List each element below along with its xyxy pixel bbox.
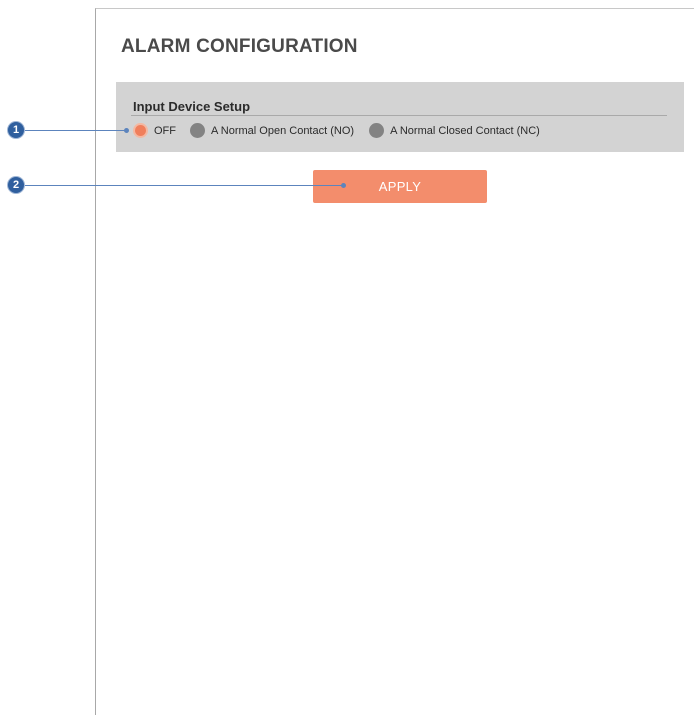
radio-label-off: OFF <box>154 124 176 137</box>
radio-unselected-icon[interactable] <box>190 123 205 138</box>
callout-dot-2 <box>341 183 346 188</box>
callout-line-1 <box>25 130 126 131</box>
page-title: ALARM CONFIGURATION <box>121 36 358 57</box>
radio-label-normal-open: A Normal Open Contact (NO) <box>211 124 355 137</box>
radio-selected-icon[interactable] <box>133 123 148 138</box>
radio-unselected-icon[interactable] <box>369 123 385 138</box>
input-device-radio-group: OFF A Normal Open Contact (NO) A Normal … <box>133 123 540 138</box>
apply-button[interactable]: APPLY <box>313 170 487 203</box>
section-divider <box>131 115 667 116</box>
radio-option-off[interactable]: OFF <box>133 123 176 138</box>
callout-dot-1 <box>124 128 129 133</box>
callout-badge-1: 1 <box>7 121 25 139</box>
radio-option-normal-open[interactable]: A Normal Open Contact (NO) <box>190 123 354 138</box>
section-heading: Input Device Setup <box>133 99 251 114</box>
radio-label-normal-closed: A Normal Closed Contact (NC) <box>390 124 540 137</box>
callout-line-2 <box>25 185 343 186</box>
radio-option-normal-closed[interactable]: A Normal Closed Contact (NC) <box>369 123 540 138</box>
callout-badge-2: 2 <box>7 176 25 194</box>
input-device-setup-panel <box>116 82 684 152</box>
